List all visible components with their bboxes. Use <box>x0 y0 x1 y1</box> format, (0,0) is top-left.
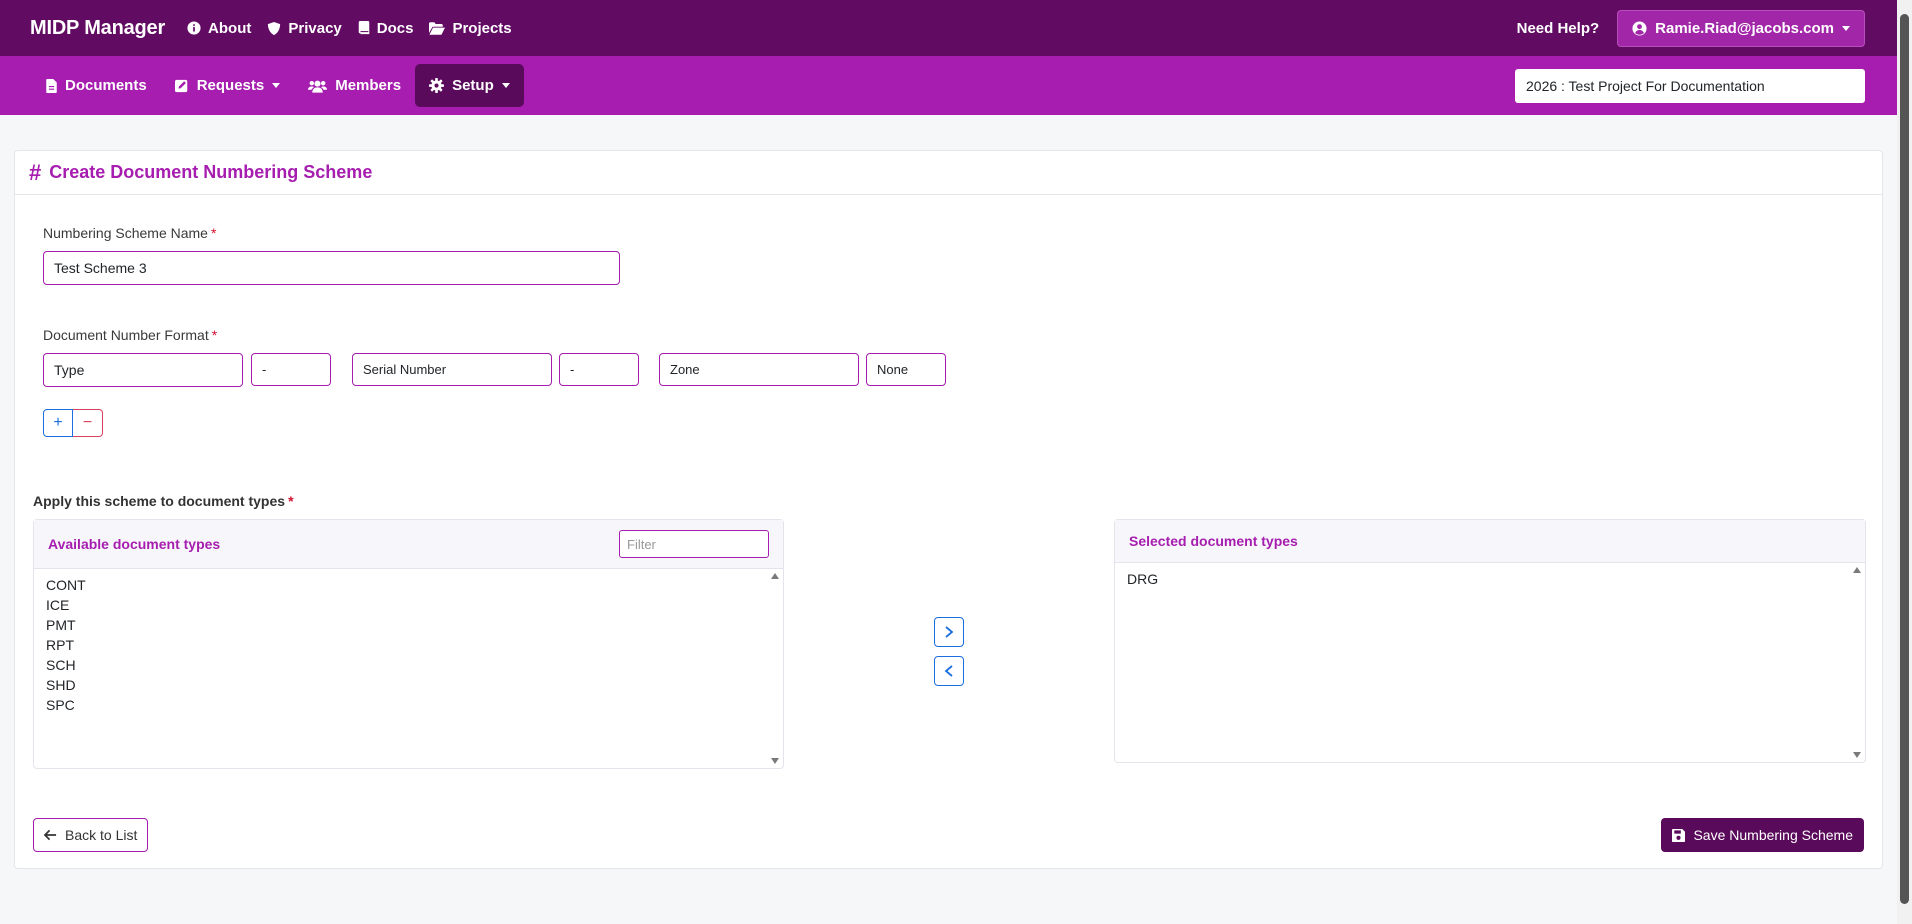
required-marker: * <box>210 225 217 241</box>
nav-projects-label: Projects <box>452 19 512 37</box>
scroll-down-icon[interactable] <box>771 758 779 764</box>
user-menu-button[interactable]: Ramie.Riad@jacobs.com <box>1617 9 1865 47</box>
card-header: # Create Document Numbering Scheme <box>15 151 1882 195</box>
brand-logo[interactable]: MIDP Manager <box>30 17 165 40</box>
list-item[interactable]: ICE <box>46 595 771 615</box>
nav-members[interactable]: Members <box>294 64 415 107</box>
chevron-down-icon <box>272 83 281 88</box>
chevron-down-icon <box>1842 25 1850 31</box>
available-types-panel: Available document types Filter CONT ICE… <box>33 519 784 769</box>
selected-types-header: Selected document types <box>1115 520 1865 563</box>
secondary-navbar: Documents Requests Members Setup 2026: … <box>0 56 1897 115</box>
available-types-title: Available document types <box>48 536 221 552</box>
nav-about[interactable]: About <box>187 20 251 37</box>
nav-privacy[interactable]: Privacy <box>267 19 342 37</box>
required-marker: * <box>211 327 218 343</box>
nav-about-label: About <box>208 19 252 37</box>
users-icon <box>308 79 328 93</box>
scheme-name-input[interactable]: Test Scheme 3 <box>43 251 620 285</box>
nav-privacy-label: Privacy <box>288 19 342 37</box>
nav-docs-label: Docs <box>376 19 414 37</box>
nav-documents[interactable]: Documents <box>32 64 161 107</box>
scroll-up-icon[interactable] <box>1853 567 1861 573</box>
list-item[interactable]: RPT <box>46 635 771 655</box>
nav-requests[interactable]: Requests <box>161 64 295 107</box>
available-types-header: Available document types Filter <box>34 520 783 569</box>
scroll-down-icon[interactable] <box>1853 752 1861 758</box>
nav-members-label: Members <box>335 77 402 94</box>
list-scrollbar[interactable] <box>1851 565 1863 760</box>
chevron-right-icon <box>945 626 954 638</box>
list-scrollbar[interactable] <box>769 571 781 766</box>
scheme-name-label: Numbering Scheme Name * <box>43 225 216 241</box>
nav-docs[interactable]: Docs <box>358 19 414 37</box>
save-scheme-button[interactable]: Save Numbering Scheme <box>1661 818 1864 852</box>
apply-types-label-text: Apply this scheme to document types <box>33 493 286 509</box>
nav-requests-label: Requests <box>196 77 265 94</box>
remove-part-button[interactable]: − <box>73 409 103 437</box>
format-part-zone[interactable]: Zone <box>659 353 859 386</box>
list-item[interactable]: CONT <box>46 575 771 595</box>
save-scheme-label: Save Numbering Scheme <box>1693 827 1853 843</box>
gear-icon <box>429 78 445 93</box>
required-marker: * <box>288 493 294 509</box>
list-item[interactable]: SHD <box>46 675 771 695</box>
page-title-text: Create Document Numbering Scheme <box>49 162 373 182</box>
format-separator-2[interactable]: - <box>559 353 639 386</box>
page-title: # Create Document Numbering Scheme <box>29 160 372 186</box>
list-item[interactable]: SCH <box>46 655 771 675</box>
format-part-type[interactable]: Type <box>43 353 243 387</box>
selected-types-title: Selected document types <box>1129 533 1298 549</box>
scrollbar-thumb[interactable] <box>1900 14 1909 904</box>
hashtag-icon: # <box>29 159 42 185</box>
nav-setup-label: Setup <box>452 77 494 94</box>
project-selector[interactable]: 2026 : Test Project For Documentation <box>1515 68 1865 103</box>
number-format-label-text: Document Number Format <box>43 327 209 343</box>
list-item[interactable]: DRG <box>1127 569 1853 589</box>
number-format-label: Document Number Format * <box>43 327 217 343</box>
user-circle-icon <box>1632 20 1647 36</box>
top-navbar: MIDP Manager About Privacy Docs Projects… <box>0 0 1897 56</box>
scheme-name-label-text: Numbering Scheme Name <box>43 225 208 241</box>
move-left-button[interactable] <box>934 656 964 686</box>
nav-setup[interactable]: Setup <box>415 64 524 107</box>
book-icon <box>358 21 370 35</box>
apply-types-label: Apply this scheme to document types * <box>33 493 294 509</box>
format-separator-3[interactable]: None <box>866 353 946 386</box>
available-types-list[interactable]: CONT ICE PMT RPT SCH SHD SPC <box>34 569 783 768</box>
page-scrollbar[interactable] <box>1897 0 1912 924</box>
scroll-up-icon[interactable] <box>771 573 779 579</box>
format-separator-1[interactable]: - <box>251 353 331 386</box>
selected-types-panel: Selected document types DRG <box>1114 519 1866 763</box>
info-circle-icon <box>187 21 201 35</box>
back-to-list-button[interactable]: Back to List <box>33 818 149 852</box>
shield-icon <box>267 21 281 36</box>
filter-input[interactable]: Filter <box>619 530 769 558</box>
edit-square-icon <box>174 79 189 93</box>
add-part-button[interactable]: + <box>43 409 73 437</box>
list-item[interactable]: SPC <box>46 695 771 715</box>
list-item[interactable]: PMT <box>46 615 771 635</box>
selected-types-list[interactable]: DRG <box>1115 563 1865 762</box>
chevron-down-icon <box>501 83 510 88</box>
numbering-scheme-card: # Create Document Numbering Scheme Numbe… <box>14 150 1883 869</box>
chevron-left-icon <box>944 665 953 677</box>
folder-open-icon <box>429 21 446 35</box>
user-email: Ramie.Riad@jacobs.com <box>1655 19 1834 37</box>
format-part-serial-number[interactable]: Serial Number <box>352 353 552 386</box>
move-right-button[interactable] <box>934 617 964 647</box>
floppy-disk-icon <box>1672 828 1686 842</box>
back-to-list-label: Back to List <box>65 827 138 843</box>
arrow-left-icon <box>44 829 57 841</box>
file-icon <box>46 78 57 93</box>
nav-projects[interactable]: Projects <box>429 19 512 37</box>
help-link[interactable]: Need Help? <box>1517 20 1600 37</box>
nav-documents-label: Documents <box>65 77 147 94</box>
format-part-controls: + − <box>43 409 103 437</box>
